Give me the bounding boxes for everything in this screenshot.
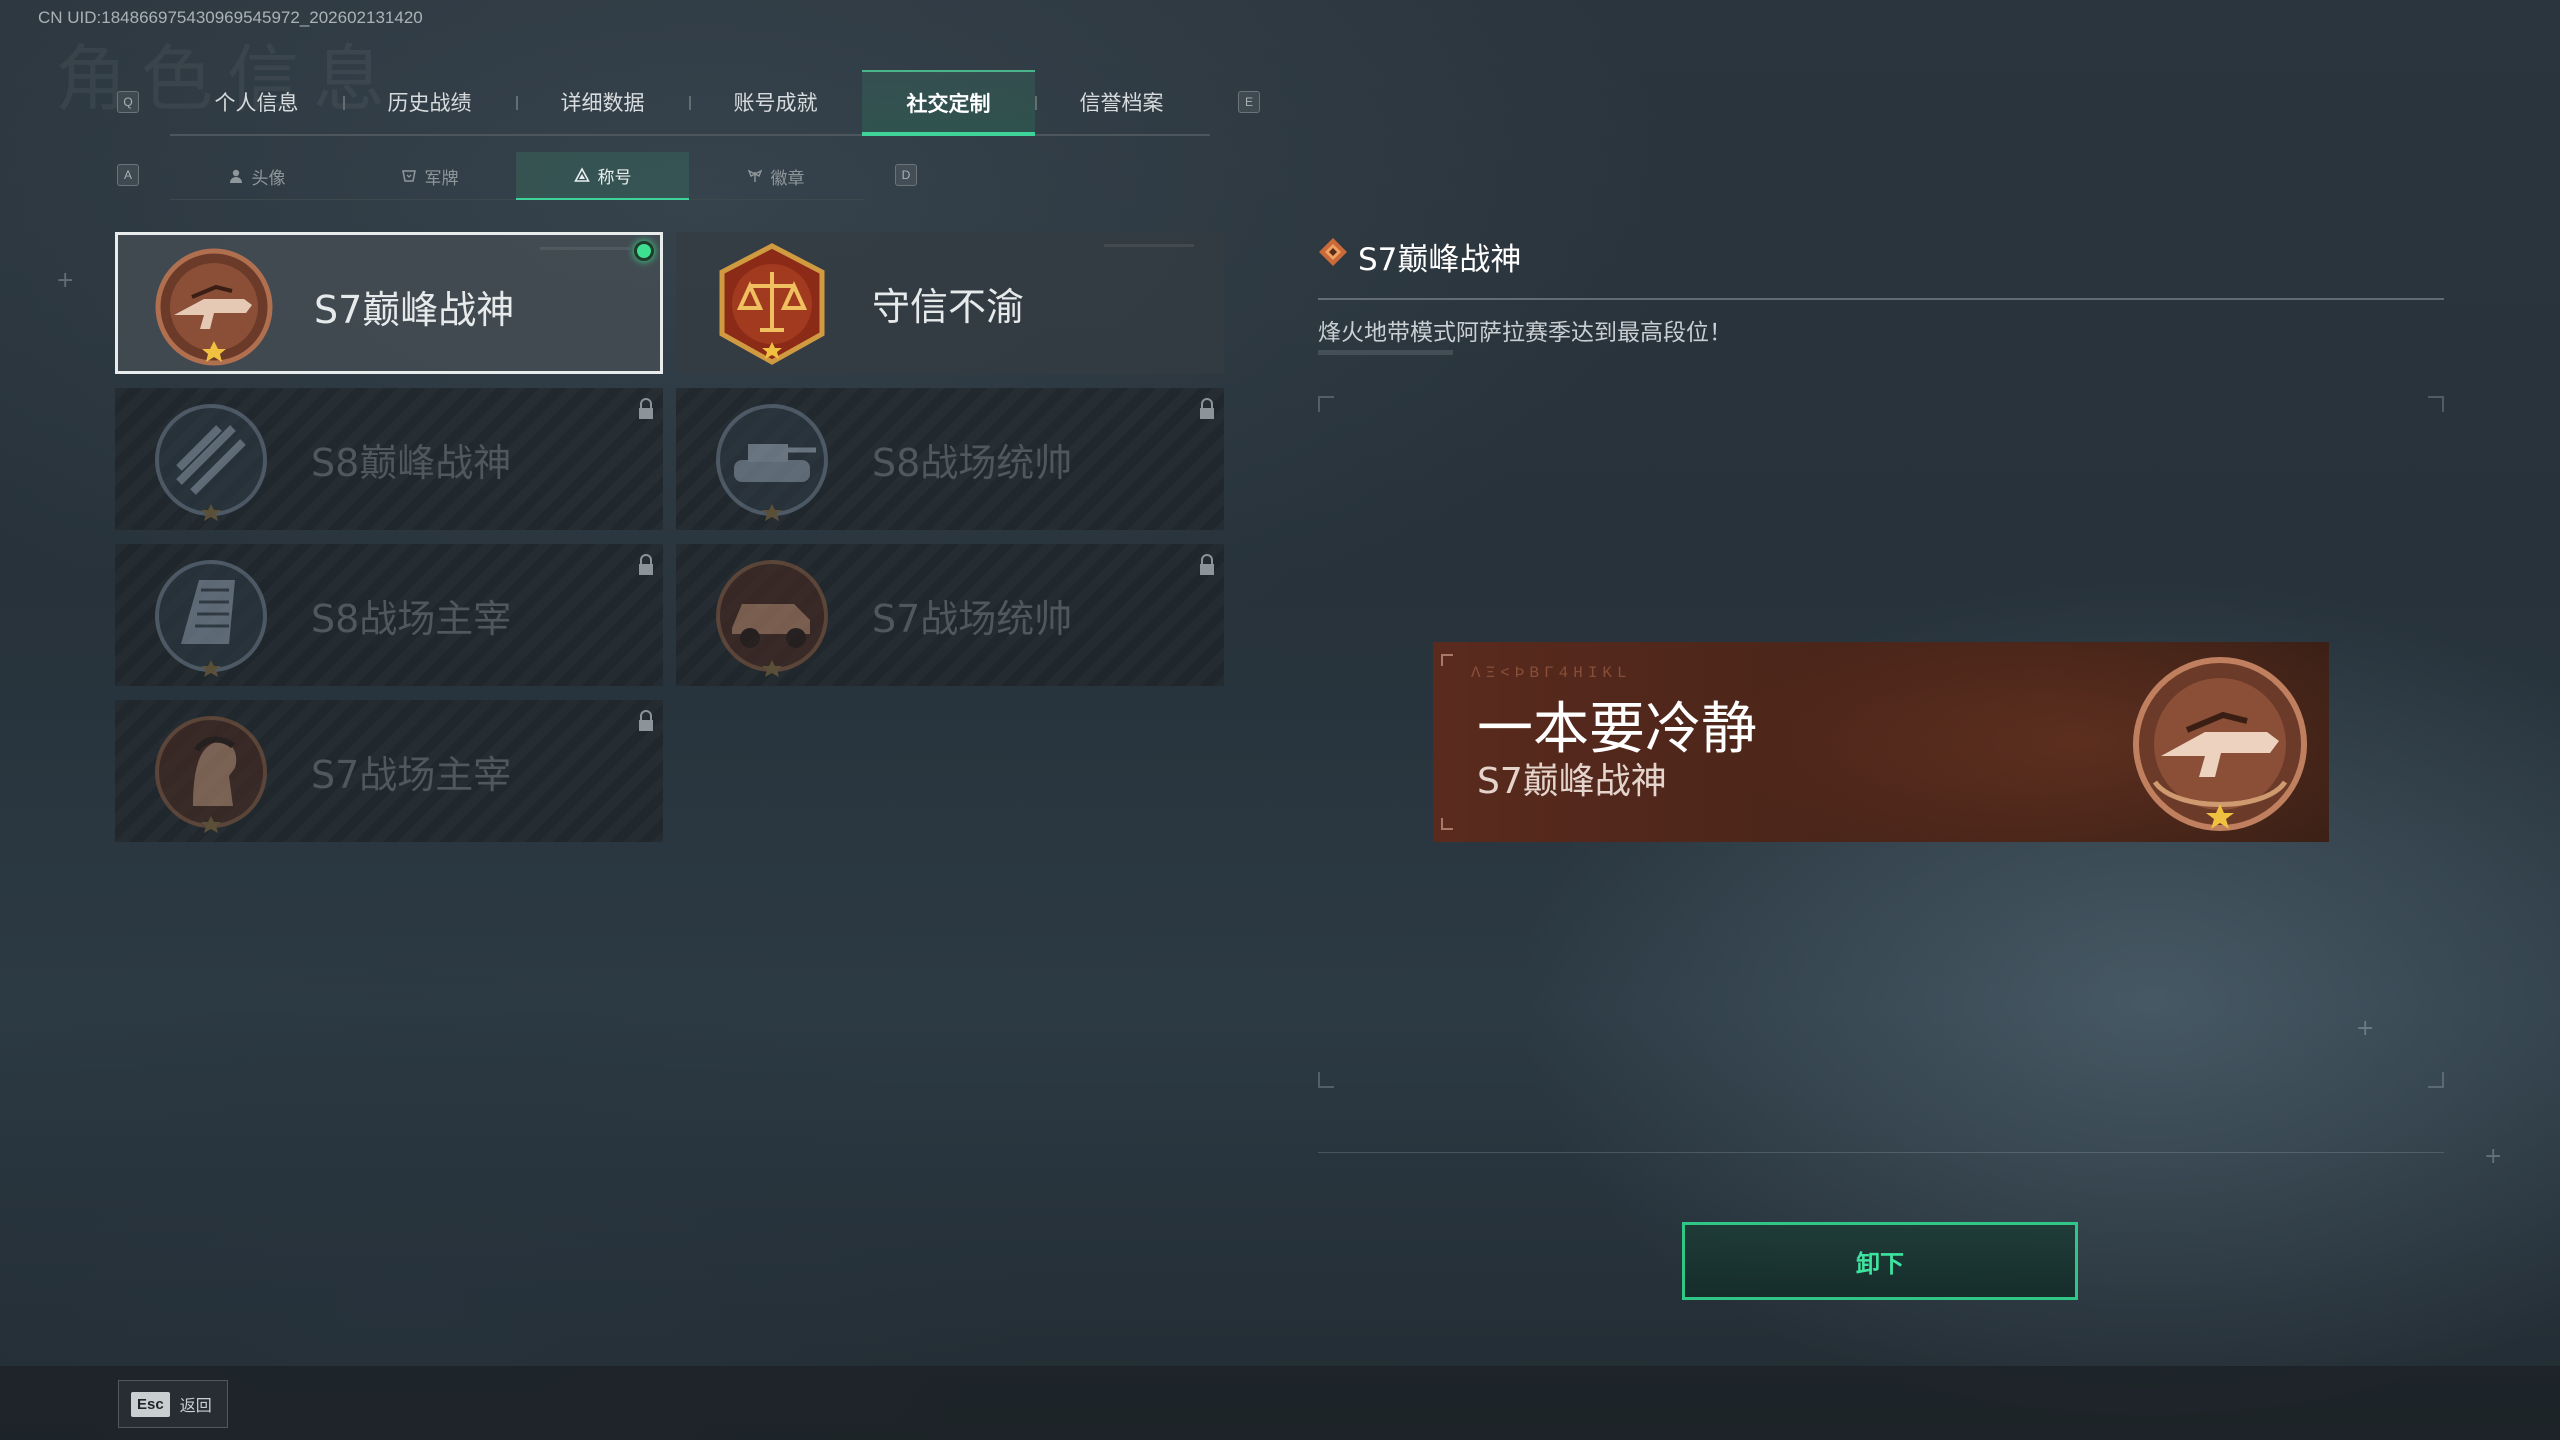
tab-personal-info[interactable]: 个人信息 — [170, 70, 343, 134]
back-button[interactable]: Esc 返回 — [118, 1380, 228, 1428]
tag-icon — [401, 170, 416, 182]
lock-icon — [1200, 554, 1214, 575]
prev-subtab-key[interactable]: A — [117, 164, 139, 186]
next-subtab-key[interactable]: D — [895, 164, 917, 186]
title-card-s7-peak[interactable]: S7巅峰战神 — [115, 232, 663, 374]
title-label: S8巅峰战神 — [311, 441, 512, 485]
building-emblem-icon — [155, 560, 267, 677]
frame-corner — [2428, 1072, 2444, 1088]
next-tab-key[interactable]: E — [1238, 91, 1260, 113]
tank-emblem-icon — [716, 404, 828, 521]
lock-icon — [639, 710, 653, 731]
title-card-s7-dominator[interactable]: S7战场主宰 — [115, 700, 663, 842]
equipped-indicator — [634, 241, 654, 261]
gun-emblem-icon — [2133, 657, 2307, 831]
subtab-avatar-label: 头像 — [251, 168, 286, 189]
subtab-title-label: 称号 — [597, 167, 632, 188]
slash-emblem-icon — [155, 404, 267, 521]
title-label: 守信不渝 — [872, 285, 1025, 329]
title-label: S7巅峰战神 — [314, 288, 515, 332]
panel-divider — [1318, 1152, 2444, 1153]
person-icon — [229, 169, 242, 183]
triangle-icon — [573, 167, 590, 182]
preview-title: S7巅峰战神 — [1477, 761, 1667, 802]
title-card-s8-commander[interactable]: S8战场统帅 — [676, 388, 1224, 530]
back-label: 返回 — [179, 1396, 212, 1415]
vehicle-emblem-icon — [716, 560, 828, 677]
detail-title: S7巅峰战神 — [1358, 242, 1522, 278]
tab-history[interactable]: 历史战绩 — [343, 70, 516, 134]
detail-divider — [1318, 298, 2444, 300]
frame-corner — [2428, 396, 2444, 412]
esc-key: Esc — [131, 1391, 170, 1417]
banner-decor-text: ΛΞ<ÞΒΓ4ΗΙΚL — [1471, 664, 1632, 682]
wings-icon — [747, 169, 762, 182]
title-label: S7战场主宰 — [311, 753, 512, 797]
title-card-s7-commander[interactable]: S7战场统帅 — [676, 544, 1224, 686]
detail-description: 烽火地带模式阿萨拉赛季达到最高段位！ — [1318, 320, 1732, 346]
sub-tab-bar: 头像 军牌 称号 徽章 — [170, 152, 864, 200]
title-label: S8战场统帅 — [872, 441, 1073, 485]
prev-tab-key[interactable]: Q — [117, 91, 139, 113]
gun-emblem-icon — [155, 248, 273, 366]
lock-icon — [1200, 398, 1214, 419]
subtab-badge[interactable]: 徽章 — [689, 152, 862, 200]
scales-emblem-icon — [719, 243, 825, 365]
lock-icon — [639, 398, 653, 419]
footer-bar — [0, 1366, 2560, 1440]
subtab-badge-label: 徽章 — [770, 168, 805, 189]
title-label: S8战场主宰 — [311, 597, 512, 641]
subtab-dogtag-label: 军牌 — [424, 168, 459, 189]
decor-plus: + — [2356, 1016, 2375, 1041]
tab-achievements[interactable]: 账号成就 — [689, 70, 862, 134]
title-preview-banner: ΛΞ<ÞΒΓ4ΗΙΚL 一本要冷静 S7巅峰战神 — [1433, 642, 2329, 842]
detail-decor-bar — [1318, 350, 1453, 355]
tab-reputation[interactable]: 信誉档案 — [1035, 70, 1208, 134]
lock-icon — [639, 554, 653, 575]
decor-plus: + — [2484, 1144, 2503, 1169]
title-card-s8-dominator[interactable]: S8战场主宰 — [115, 544, 663, 686]
tab-detailed-data[interactable]: 详细数据 — [516, 70, 689, 134]
frame-corner — [1318, 1072, 1334, 1088]
main-tab-bar: 个人信息 历史战绩 详细数据 账号成就 社交定制 信誉档案 — [170, 70, 1210, 136]
banner-corner — [1441, 818, 1453, 830]
subtab-avatar[interactable]: 头像 — [170, 152, 343, 200]
card-decor — [1104, 244, 1194, 247]
subtab-title[interactable]: 称号 — [516, 152, 689, 200]
soldier-emblem-icon — [155, 716, 267, 833]
title-card-s8-peak[interactable]: S8巅峰战神 — [115, 388, 663, 530]
tab-social-customize[interactable]: 社交定制 — [862, 70, 1035, 136]
card-decor — [540, 247, 630, 250]
banner-corner — [1441, 654, 1453, 666]
unequip-button[interactable]: 卸下 — [1682, 1222, 2078, 1300]
diamond-icon — [1319, 238, 1347, 266]
decor-plus: + — [56, 268, 75, 293]
frame-corner — [1318, 396, 1334, 412]
subtab-dogtag[interactable]: 军牌 — [343, 152, 516, 200]
title-label: S7战场统帅 — [872, 597, 1073, 641]
title-card-trustworthy[interactable]: 守信不渝 — [676, 232, 1224, 374]
